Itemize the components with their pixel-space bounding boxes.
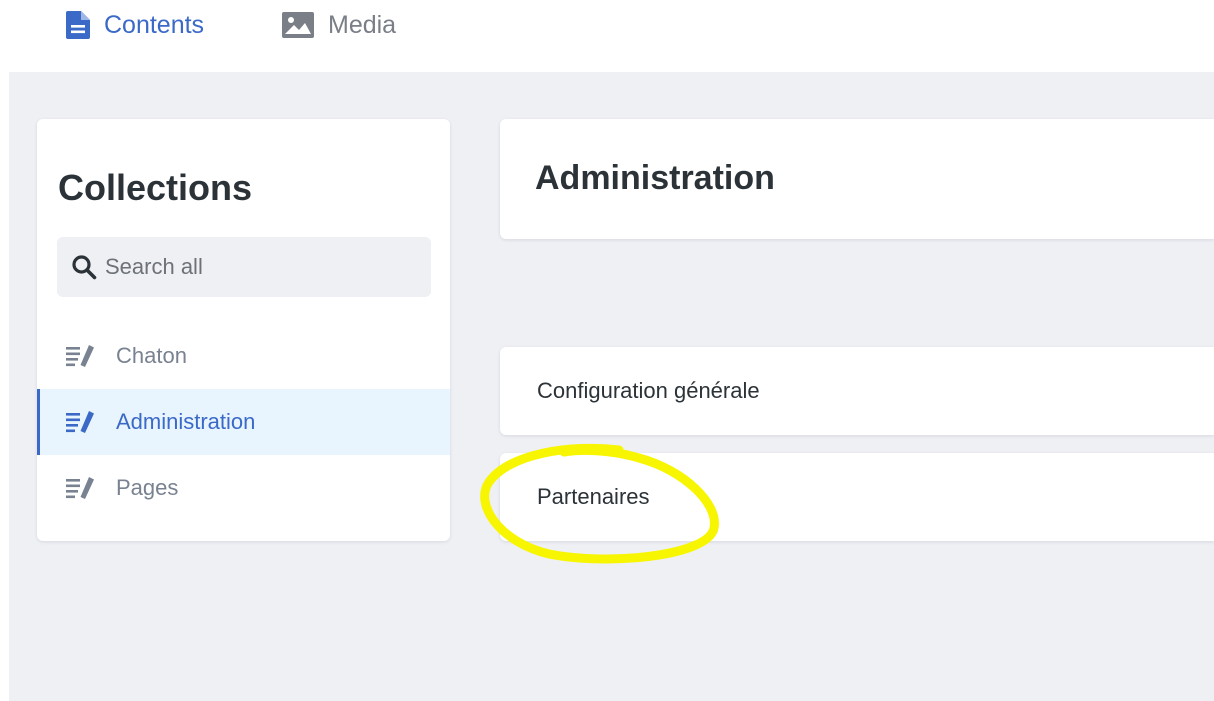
nav-contents-tab[interactable]: Contents	[66, 0, 204, 50]
collection-title: Administration	[535, 159, 775, 197]
nav-media-label: Media	[328, 10, 397, 39]
top-nav: Contents Media	[0, 0, 1214, 72]
search-icon	[71, 254, 97, 280]
main-area: Collections Search all Chaton Administra…	[9, 72, 1214, 701]
collection-edit-icon	[66, 410, 96, 434]
sidebar-item-label: Pages	[116, 475, 179, 500]
entry-title: Partenaires	[537, 484, 650, 509]
collection-list: Chaton Administration Pages	[37, 323, 450, 521]
collection-header: Administration	[500, 119, 1214, 239]
entry-title: Configuration générale	[537, 378, 760, 403]
sidebar-title: Collections	[58, 167, 253, 208]
image-icon	[282, 12, 314, 38]
document-icon	[66, 11, 90, 39]
sidebar-item-label: Administration	[116, 409, 256, 434]
entry-card[interactable]: Partenaires	[500, 453, 1214, 541]
collection-edit-icon	[66, 344, 96, 368]
collections-sidebar: Collections Search all Chaton Administra…	[37, 119, 450, 541]
sidebar-item-administration[interactable]: Administration	[37, 389, 450, 455]
collection-edit-icon	[66, 476, 96, 500]
nav-media-tab[interactable]: Media	[282, 0, 396, 50]
sidebar-item-chaton[interactable]: Chaton	[37, 323, 450, 389]
search-box[interactable]	[57, 237, 431, 297]
search-input[interactable]	[105, 254, 405, 280]
entry-card[interactable]: Configuration générale	[500, 347, 1214, 435]
sidebar-item-label: Chaton	[116, 343, 187, 368]
sidebar-item-pages[interactable]: Pages	[37, 455, 450, 521]
nav-contents-label: Contents	[104, 10, 205, 39]
